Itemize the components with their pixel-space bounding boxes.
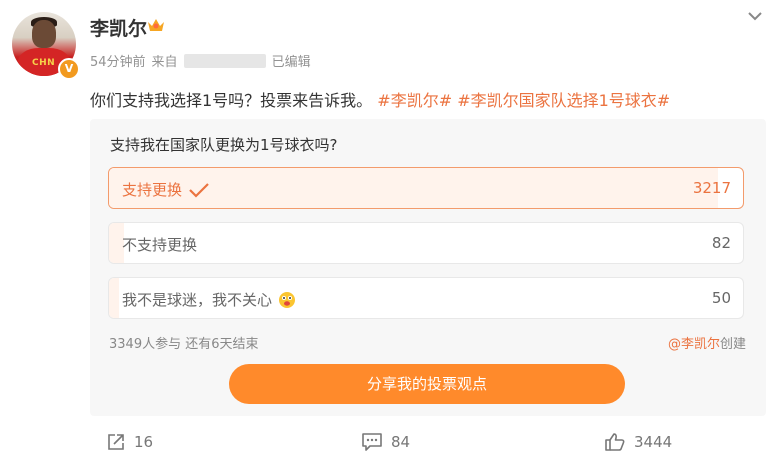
poll-question: 支持我在国家队更换为1号球衣吗?	[110, 136, 338, 154]
post-meta: 54分钟前 来自 已编辑	[90, 51, 311, 70]
poll-option-count: 3217	[692, 179, 731, 197]
source-prefix: 来自	[151, 55, 178, 70]
avatar-jersey-text: CHN	[32, 58, 56, 68]
share-vote-button[interactable]: 分享我的投票观点	[229, 364, 625, 404]
poll-option[interactable]: 我不是球迷，我不关心 50	[108, 277, 744, 319]
poll-option-count: 82	[711, 234, 731, 252]
poll-option-label: 不支持更换	[122, 236, 198, 254]
post-body: 你们支持我选择1号吗？投票来告诉我。	[90, 91, 373, 110]
emoji-icon	[279, 291, 296, 308]
poll-creator: @李凯尔创建	[668, 333, 746, 352]
poll-option-label: 支持更换	[122, 181, 183, 199]
post-time[interactable]: 54分钟前	[90, 51, 146, 70]
hashtag-link[interactable]: #李凯尔#	[377, 91, 452, 110]
checkmark-icon	[189, 182, 209, 198]
username[interactable]: 李凯尔	[90, 14, 147, 41]
edited-label[interactable]: 已编辑	[272, 51, 311, 70]
creator-suffix: 创建	[719, 337, 746, 352]
comment-icon	[362, 433, 382, 451]
repost-icon	[108, 434, 124, 450]
like-action[interactable]: 3444	[604, 432, 672, 452]
poll-stats: 3349人参与 还有6天结束	[109, 333, 259, 352]
poll-option-label: 我不是球迷，我不关心	[122, 291, 273, 309]
crown-icon[interactable]	[146, 16, 166, 34]
comment-action[interactable]: 84	[361, 432, 410, 452]
poll-option-count: 50	[711, 289, 731, 307]
chevron-down-icon[interactable]	[746, 9, 764, 23]
hashtag-link[interactable]: #李凯尔国家队选择1号球衣#	[457, 91, 670, 110]
repost-action[interactable]: 16	[106, 432, 153, 452]
like-count: 3444	[634, 433, 673, 451]
poll-option[interactable]: 支持更换 3217	[108, 167, 744, 209]
repost-count: 16	[134, 433, 154, 451]
post-text: 你们支持我选择1号吗？投票来告诉我。 #李凯尔# #李凯尔国家队选择1号球衣#	[90, 87, 670, 111]
poll-option[interactable]: 不支持更换 82	[108, 222, 744, 264]
source-redacted	[183, 53, 266, 68]
poll-participants: 3349人参与	[109, 337, 182, 352]
creator-link[interactable]: @李凯尔	[668, 337, 720, 352]
like-icon	[605, 433, 625, 451]
poll-remaining: 还有6天结束	[185, 337, 259, 352]
comment-count: 84	[391, 433, 411, 451]
poll-option-fill	[109, 278, 119, 318]
verified-badge: V	[58, 58, 80, 80]
